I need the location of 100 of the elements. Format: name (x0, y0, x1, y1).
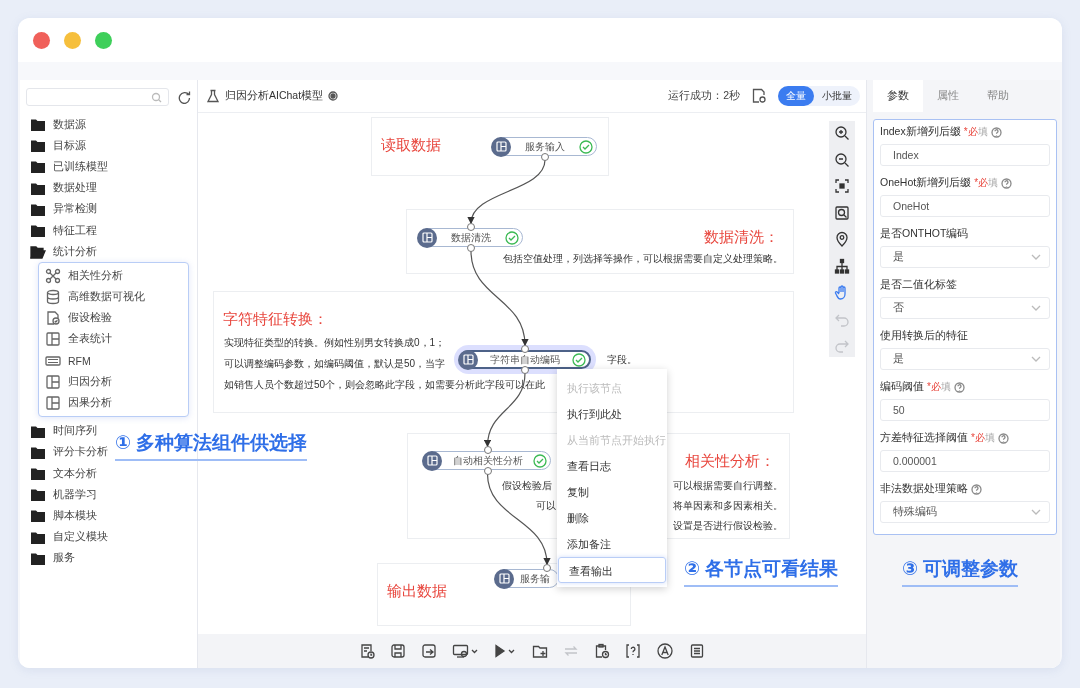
search-icon (151, 91, 162, 103)
chevron-down-icon (1031, 254, 1041, 260)
letter-circle-icon[interactable] (656, 643, 674, 659)
tree-item[interactable]: 异常检测 (20, 198, 97, 220)
note-text: 实现特征类型的转换。例如性别男女转换成0，1； (224, 336, 446, 350)
tree-item[interactable]: 评分卡分析 (20, 441, 108, 463)
connection-port[interactable] (521, 345, 529, 353)
search-field[interactable] (26, 88, 169, 106)
note-title: 数据清洗： (704, 228, 779, 247)
connection-port[interactable] (467, 223, 475, 231)
menu-item[interactable]: 添加备注 (557, 531, 667, 557)
component-item[interactable]: 高维数据可视化 (39, 286, 188, 308)
zoom-box-icon[interactable] (834, 204, 850, 221)
menu-item[interactable]: 复制 (557, 479, 667, 505)
layout-icon (45, 331, 61, 348)
monitor-dropdown-icon[interactable] (452, 643, 478, 659)
select-field[interactable]: 是 (880, 348, 1050, 370)
mode-toggle[interactable]: 小批量 (814, 86, 860, 106)
input-field[interactable]: Index (880, 144, 1050, 166)
tree-item[interactable]: 自定义模块 (20, 526, 108, 548)
note-title: 输出数据 (387, 582, 447, 601)
menu-item[interactable]: 查看输出 (558, 557, 666, 583)
component-item[interactable]: 相关性分析 (39, 265, 188, 287)
connection-port[interactable] (467, 244, 475, 252)
flow-node[interactable]: 自动相关性分析 (424, 451, 551, 470)
zoom-out-icon[interactable] (834, 151, 850, 168)
callout-caption: ③ 可调整参数 (902, 556, 1019, 587)
layout-icon (45, 395, 61, 412)
panel-tab[interactable]: 帮助 (973, 80, 1023, 112)
menu-item[interactable]: 执行到此处 (557, 401, 667, 427)
database-icon (45, 289, 61, 306)
help-icon[interactable] (971, 483, 982, 495)
connection-port[interactable] (483, 446, 492, 454)
fit-screen-icon[interactable] (834, 178, 850, 194)
window-control[interactable] (33, 31, 50, 49)
tree-item[interactable]: 数据源 (20, 114, 86, 136)
component-item[interactable]: RFM (39, 350, 188, 372)
save-as-icon[interactable] (421, 643, 437, 659)
callout-caption: ② 各节点可看结果 (684, 556, 839, 587)
flow-node[interactable]: 服务输入 (493, 137, 597, 156)
node-label: 字符串自动编码 (489, 352, 561, 367)
tree-item[interactable]: 数据处理 (20, 177, 97, 199)
tree-item[interactable]: 目标源 (20, 135, 86, 157)
play-dropdown-icon[interactable] (493, 643, 517, 659)
document-lines-icon[interactable] (689, 643, 705, 659)
menu-item[interactable]: 删除 (557, 505, 667, 531)
connection-port[interactable] (483, 467, 492, 475)
component-item[interactable]: 归因分析 (39, 371, 188, 393)
flow-node[interactable]: 服务输 (496, 569, 559, 588)
help-icon[interactable] (997, 432, 1009, 444)
clipboard-clock-icon[interactable] (594, 643, 610, 659)
report-clock-icon[interactable] (359, 643, 375, 659)
node-label: 服务输入 (524, 139, 566, 154)
connection-port[interactable] (543, 564, 551, 572)
component-item[interactable]: 全表统计 (39, 328, 188, 351)
help-icon[interactable] (1001, 177, 1013, 189)
run-status: 运行成功：2秒 (668, 89, 740, 103)
radio-dot-icon (328, 91, 339, 101)
field-label: 是否二值化标签 (880, 278, 957, 292)
tree-item[interactable]: 服务 (20, 547, 75, 569)
select-field[interactable]: 特殊编码 (880, 501, 1050, 523)
folder-add-icon[interactable] (532, 643, 548, 659)
node-label: 服务输 (518, 571, 551, 586)
refresh-icon[interactable] (177, 90, 191, 104)
field-label: Index新增列后缀 (880, 125, 961, 139)
tree-item[interactable]: 已训练模型 (20, 156, 108, 178)
component-item[interactable]: 假设检验 (39, 307, 188, 329)
tree-item[interactable]: 文本分析 (20, 463, 97, 485)
component-item[interactable]: 因果分析 (39, 392, 188, 414)
location-pin-icon[interactable] (834, 231, 850, 247)
menu-item[interactable]: 查看日志 (557, 453, 667, 479)
select-field[interactable]: 否 (880, 297, 1050, 319)
select-field[interactable]: 是 (880, 246, 1050, 268)
panel-tab[interactable]: 属性 (923, 80, 973, 112)
model-title: 归因分析AIChat模型 (225, 89, 324, 103)
tree-item[interactable]: 时间序列 (20, 420, 97, 442)
help-icon[interactable] (625, 643, 641, 659)
tree-item[interactable]: 统计分析 (20, 241, 97, 263)
tree-item[interactable]: 机器学习 (20, 484, 97, 506)
panel-tab[interactable]: 参数 (873, 80, 923, 112)
field-label: 使用转换后的特征 (880, 329, 968, 343)
tree-item[interactable]: 脚本模块 (20, 505, 97, 527)
save-icon[interactable] (390, 643, 406, 659)
callout-caption: ① 多种算法组件供选择 (115, 430, 308, 461)
zoom-in-icon[interactable] (834, 125, 850, 141)
input-field[interactable]: 0.000001 (880, 450, 1050, 472)
input-field[interactable]: OneHot (880, 195, 1050, 217)
flow-node[interactable]: 数据清洗 (419, 228, 523, 247)
node-label: 自动相关性分析 (451, 453, 524, 468)
connection-port[interactable] (521, 366, 529, 374)
input-field[interactable]: 50 (880, 399, 1050, 421)
tree-item[interactable]: 特征工程 (20, 219, 97, 242)
required-mark: *必填 (927, 380, 951, 394)
help-icon[interactable] (953, 381, 965, 393)
help-icon[interactable] (990, 126, 1002, 138)
hierarchy-icon[interactable] (834, 257, 850, 274)
connection-port[interactable] (541, 153, 549, 161)
flow-node[interactable]: 字符串自动编码 (459, 350, 591, 369)
mode-toggle[interactable]: 全量 (778, 86, 814, 106)
document-gear-icon[interactable] (751, 88, 767, 104)
